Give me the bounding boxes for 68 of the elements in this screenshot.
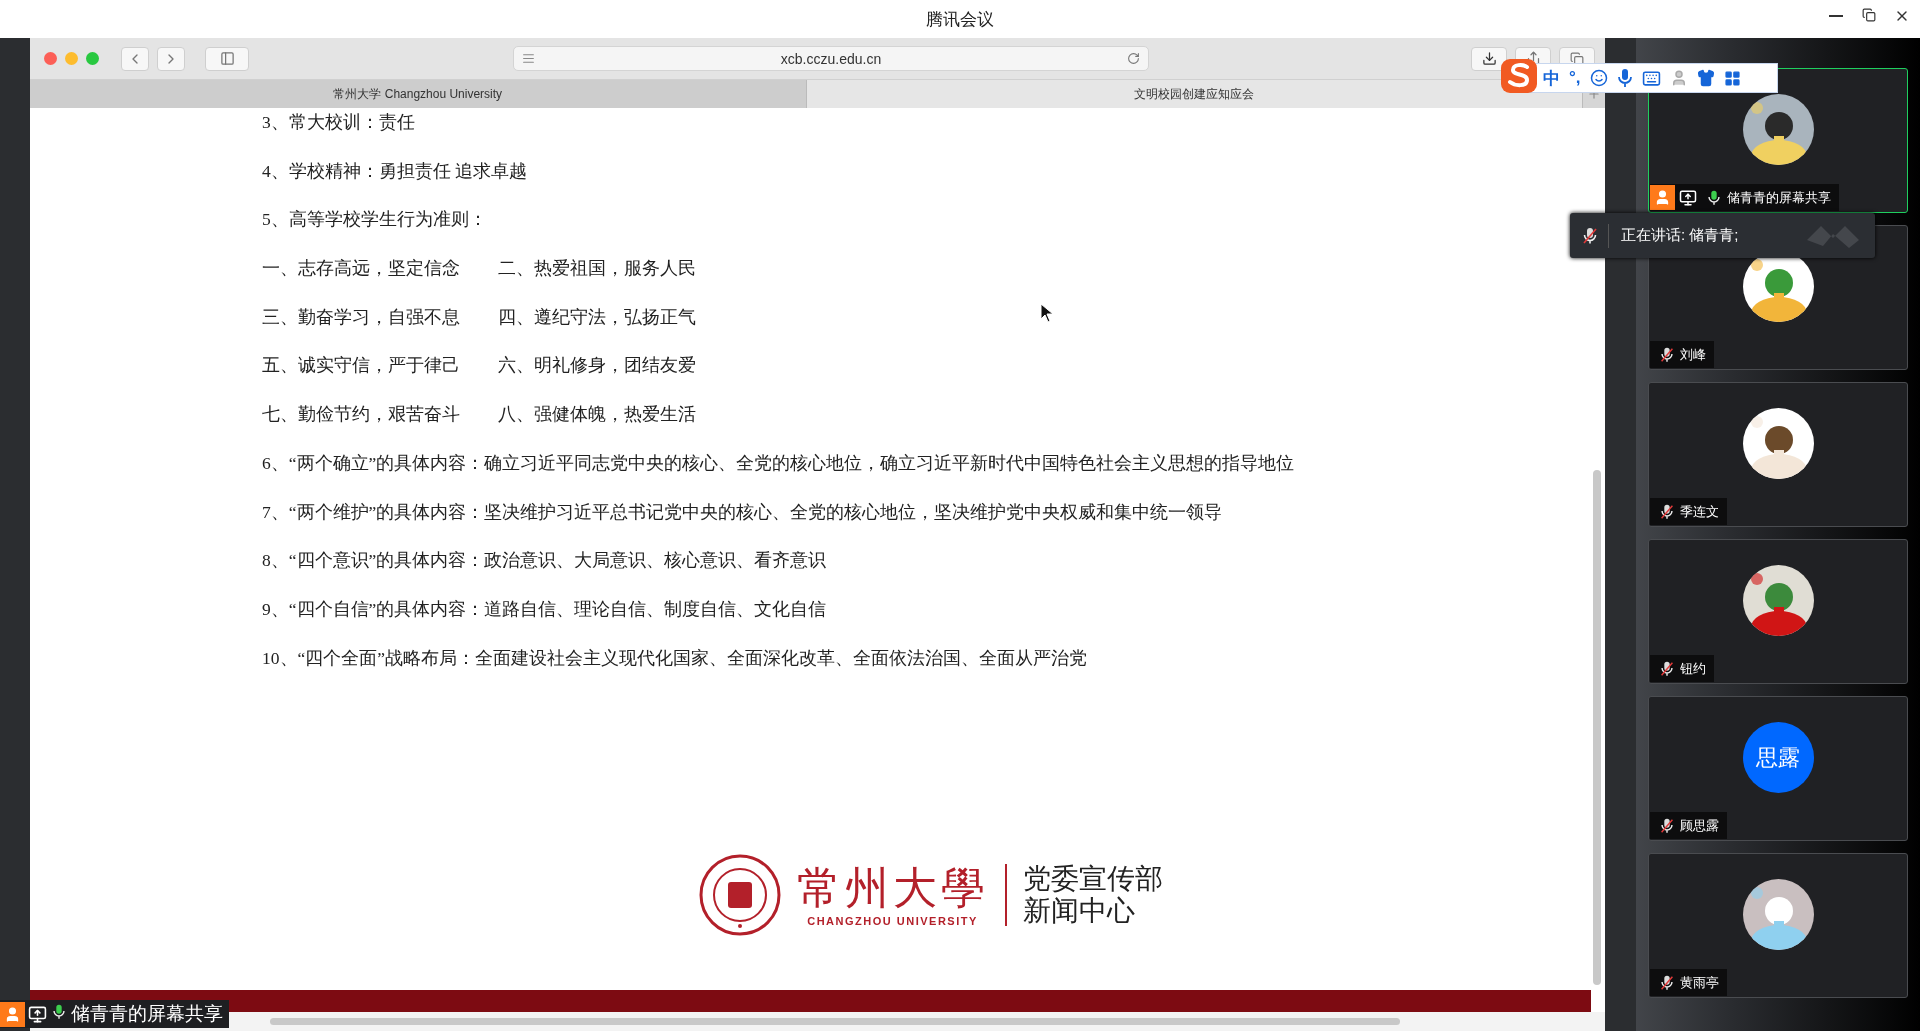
sidebar-icon — [219, 51, 235, 66]
document-line: 8、“四个意识”的具体内容：政治意识、大局意识、核心意识、看齐意识 — [262, 549, 827, 573]
address-field[interactable]: xcb.cczu.edu.cn — [513, 46, 1149, 71]
mic-icon — [1705, 188, 1723, 207]
muted-mic-icon — [1658, 659, 1676, 678]
department-name: 党委宣传部 — [1022, 863, 1163, 895]
document-line: 5、高等学校学生行为准则： — [262, 208, 487, 232]
mic-icon[interactable] — [1616, 68, 1633, 88]
principle-text: 五、诚实守信，严于律己 — [262, 354, 461, 378]
principle-text: 八、强健体魄，热爱生活 — [498, 403, 696, 427]
document-line: 6、“两个确立”的具体内容：确立习近平同志党中央的核心、全党的核心地位，确立习近平新时代中国特色社会主义思想的指导地位 — [262, 451, 1295, 475]
principle-text: 七、勤俭节约，艰苦奋斗 — [262, 403, 461, 427]
muted-mic-icon — [1658, 345, 1676, 364]
muted-mic-icon — [1658, 973, 1676, 992]
participant-card[interactable]: 思露 顾思露 — [1648, 696, 1908, 841]
download-icon — [1481, 51, 1497, 66]
reader-icon[interactable] — [522, 52, 535, 65]
download-button[interactable] — [1471, 46, 1507, 71]
university-english-name: CHANGZHOU UNIVERSITY — [807, 915, 978, 927]
sogou-logo-icon[interactable] — [1499, 57, 1539, 95]
share-label-text: 储青青的屏幕共享 — [71, 1002, 223, 1026]
vertical-scrollbar[interactable] — [1593, 470, 1601, 985]
principle-text: 三、勤奋学习，自强不息 — [262, 305, 461, 329]
host-icon — [1650, 185, 1675, 210]
toolbox-icon[interactable] — [1723, 69, 1741, 87]
muted-mic-icon — [1658, 816, 1676, 835]
emoji-icon[interactable] — [1589, 69, 1608, 87]
document-line: 9、“四个自信”的具体内容：道路自信、理论自信、制度自信、文化自信 — [262, 597, 827, 621]
sidebar-button[interactable] — [205, 46, 249, 71]
restore-icon — [1862, 8, 1876, 22]
center-name: 新闻中心 — [1022, 895, 1136, 927]
principle-text: 二、热爱祖国，服务人民 — [498, 257, 696, 281]
window-title: 腾讯会议 — [926, 8, 994, 31]
participant-card[interactable]: 黄雨亭 — [1648, 853, 1908, 998]
participant-name: 刘峰 — [1680, 345, 1706, 364]
tabs-icon — [1570, 51, 1584, 66]
document-line: 3、常大校训：责任 — [262, 111, 415, 134]
document-line: 10、“四个全面”战略布局：全面建设社会主义现代化国家、全面深化改革、全面依法治国、全面从严治党 — [262, 646, 1088, 670]
avatar: 思露 — [1742, 722, 1814, 793]
muted-mic-icon — [1658, 502, 1676, 521]
skin-icon[interactable] — [1696, 69, 1715, 87]
close-light[interactable] — [44, 52, 57, 65]
participant-card[interactable]: 储青青的屏幕共享 — [1648, 68, 1908, 213]
principle-text: 一、志存高远，坚定信念 — [262, 257, 461, 281]
participant-name: 顾思露 — [1680, 816, 1719, 835]
principle-text: 四、遵纪守法，弘扬正气 — [498, 305, 696, 329]
participant-name: 储青青的屏幕共享 — [1727, 188, 1831, 207]
muted-mic-icon — [1580, 225, 1600, 246]
document-line: 7、“两个维护”的具体内容：坚决维护习近平总书记党中央的核心、全党的核心地位，坚决维护党中央权威和集中统一领导 — [262, 500, 1223, 524]
screen-share-icon — [28, 1004, 47, 1024]
minimize-icon — [1829, 15, 1843, 17]
seal-icon — [698, 854, 781, 936]
host-icon — [0, 1001, 25, 1027]
participant-name: 黄雨亭 — [1680, 973, 1719, 992]
participant-name: 季连文 — [1680, 502, 1719, 521]
participant-card[interactable]: 钮约 — [1648, 539, 1908, 684]
keyboard-icon[interactable] — [1641, 68, 1661, 88]
horizontal-scrollbar[interactable] — [270, 1018, 1400, 1025]
participant-card[interactable]: 季连文 — [1648, 382, 1908, 527]
screen-share-icon — [1679, 188, 1697, 207]
mic-icon — [50, 1003, 68, 1021]
university-logo-name: 常州大學 — [796, 863, 989, 915]
principle-text: 六、明礼修身，团结友爱 — [498, 354, 696, 378]
browser-tab[interactable]: 常州大学 Changzhou University — [30, 80, 807, 108]
document-line: 4、学校精神：勇担责任 追求卓越 — [262, 159, 528, 183]
participant-name: 钮约 — [1680, 659, 1706, 678]
reload-icon[interactable] — [1127, 52, 1140, 65]
cursor-icon — [1040, 303, 1054, 323]
